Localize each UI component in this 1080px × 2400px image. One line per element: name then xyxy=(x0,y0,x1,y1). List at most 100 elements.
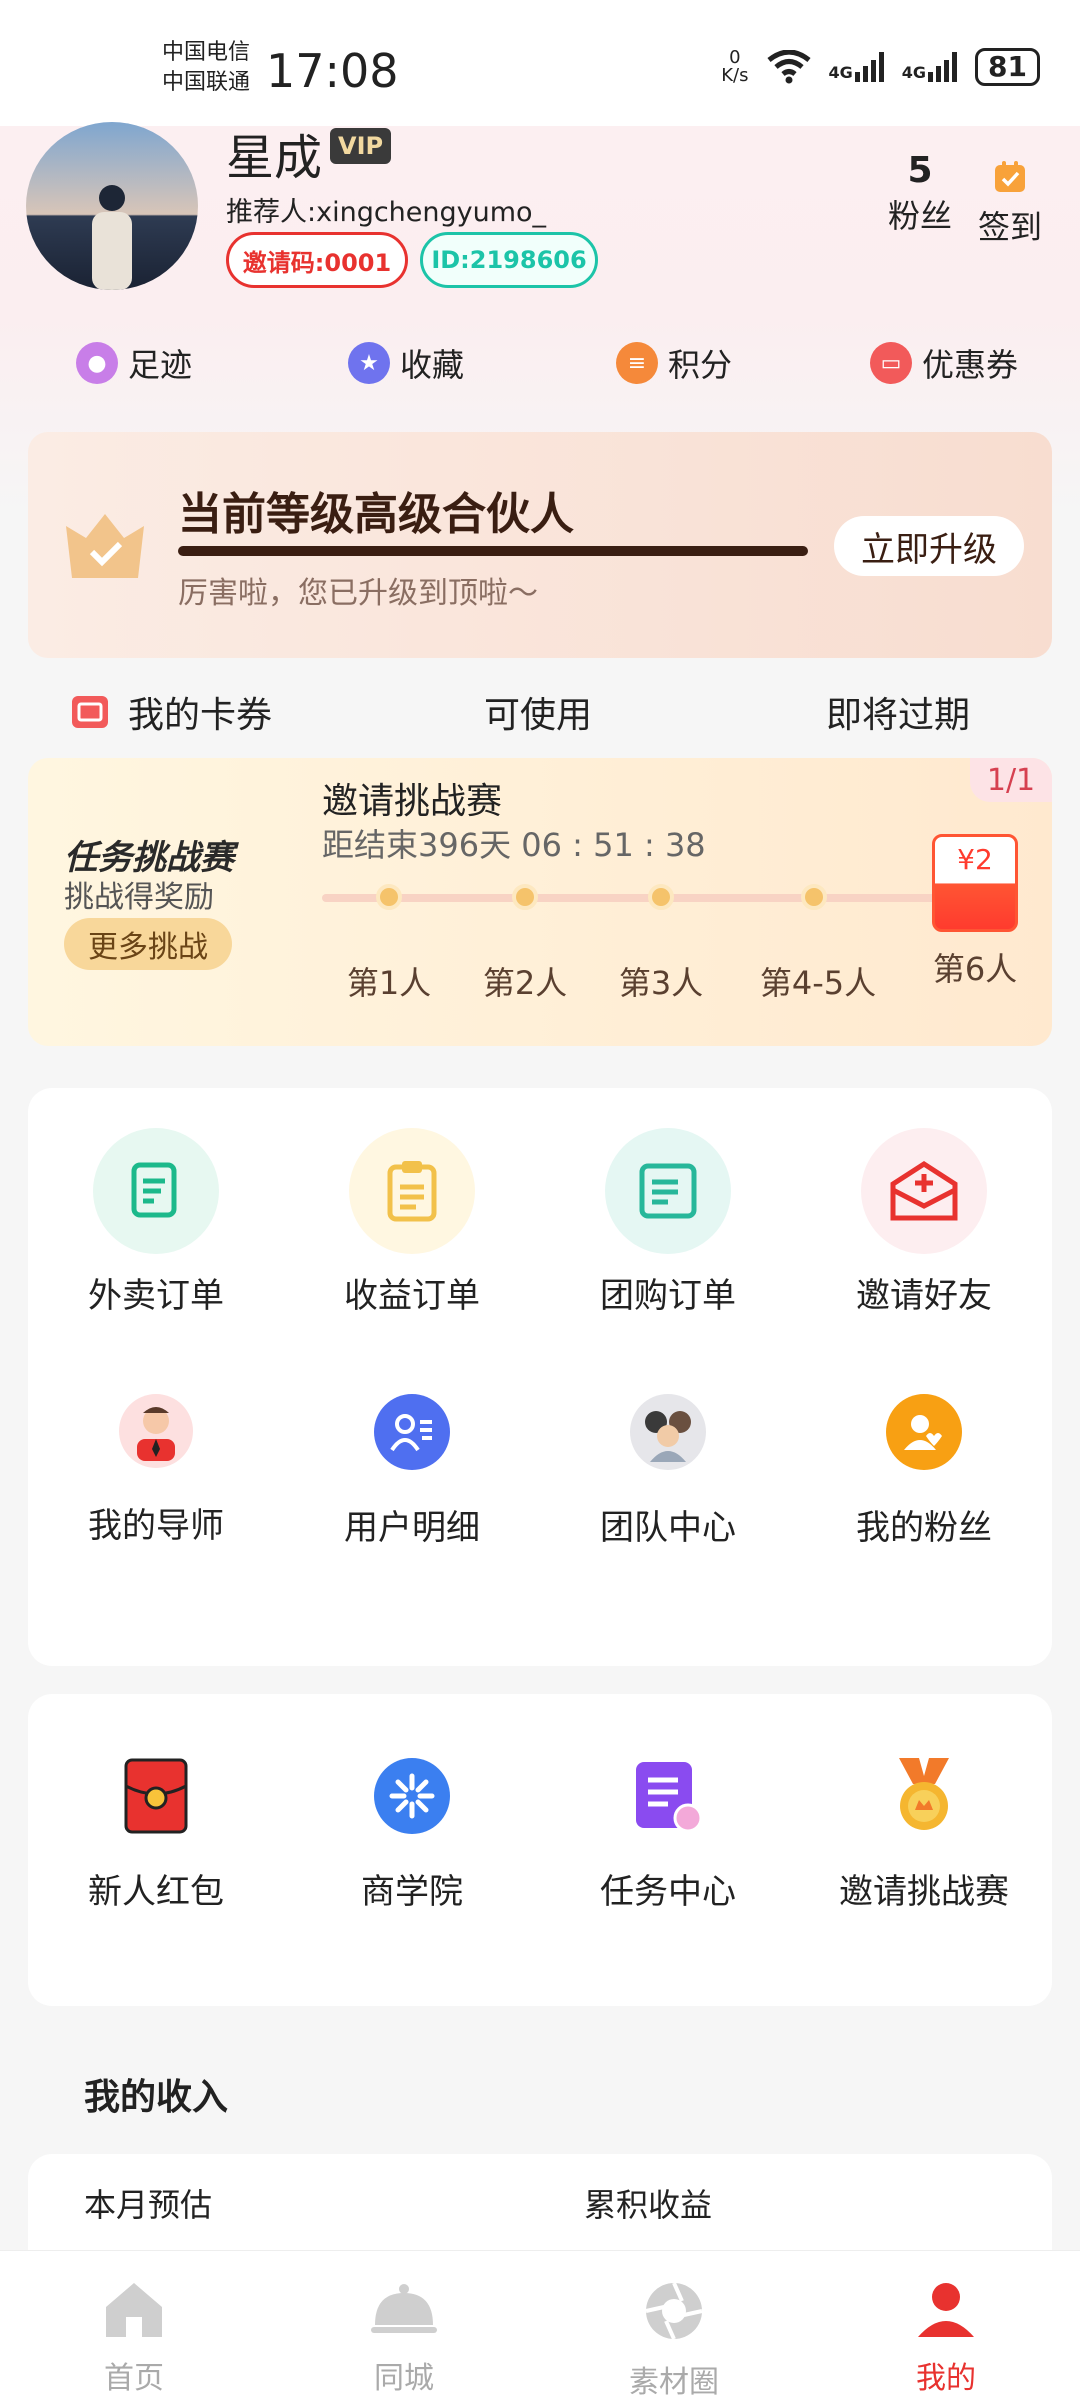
tab-home[interactable]: 首页 xyxy=(44,2279,224,2397)
group-order-icon xyxy=(605,1128,731,1254)
grid-label: 邀请好友 xyxy=(856,1276,992,1316)
challenge-step-label: 第4-5人 xyxy=(759,964,877,1002)
signal-bars-icon xyxy=(854,52,884,82)
challenge-page-indicator: 1/1 xyxy=(970,758,1052,802)
quick-link-coupons[interactable]: ▭ 优惠券 xyxy=(870,340,1018,386)
earnings-order-icon xyxy=(349,1128,475,1254)
quick-link-points[interactable]: ≡ 积分 xyxy=(616,340,732,386)
task-center-button[interactable]: 任务中心 xyxy=(540,1758,796,1913)
invite-challenge-button[interactable]: 邀请挑战赛 xyxy=(796,1758,1052,1913)
quick-links: ● 足迹 ★ 收藏 ≡ 积分 ▭ 优惠券 xyxy=(0,340,1080,396)
expiring-coupons-tab[interactable]: 即将过期 xyxy=(826,686,970,738)
quick-link-label: 积分 xyxy=(668,346,733,384)
challenge-subtitle: 挑战得奖励 xyxy=(64,880,214,915)
grid-label: 商学院 xyxy=(361,1872,463,1912)
tab-label: 同城 xyxy=(374,2361,434,2396)
coins-icon: ≡ xyxy=(616,342,658,384)
tab-label: 素材圈 xyxy=(629,2365,719,2400)
tab-label: 我的 xyxy=(916,2361,976,2396)
upgrade-button[interactable]: 立即升级 xyxy=(834,516,1024,576)
my-coupons-label: 我的卡券 xyxy=(128,695,273,736)
group-order-button[interactable]: 团购订单 xyxy=(540,1128,796,1317)
net-type-2: 4G xyxy=(901,63,927,82)
quick-link-label: 足迹 xyxy=(128,346,193,384)
fans-stat[interactable]: 5 粉丝 xyxy=(880,150,960,237)
quick-link-label: 优惠券 xyxy=(922,346,1019,384)
level-title: 当前等级高级合伙人 xyxy=(178,489,574,540)
referrer-text: 推荐人:xingchengyumo_ xyxy=(226,197,547,228)
medal-icon xyxy=(886,1758,962,1834)
challenge-step-label: 第2人 xyxy=(482,964,568,1002)
challenge-step-dot xyxy=(801,884,827,910)
tools-grid: 新人红包 商学院 任务中心 邀请挑战赛 xyxy=(28,1694,1052,2006)
net-type-1: 4G xyxy=(828,63,853,82)
user-name: 星成 xyxy=(226,130,323,186)
carrier-2: 中国联通 xyxy=(162,70,251,95)
challenge-step-dot xyxy=(512,884,538,910)
profile-icon xyxy=(918,2283,974,2337)
carrier-1: 中国电信 xyxy=(162,40,251,65)
status-icons: 0 K/s 4G 4G 81 xyxy=(721,48,1040,86)
battery-icon: 81 xyxy=(975,48,1040,86)
grid-label: 外卖订单 xyxy=(88,1276,224,1316)
total-earnings-label: 累积收益 xyxy=(584,2186,713,2224)
level-progress-bar xyxy=(178,546,808,556)
invite-code-badge[interactable]: 邀请码:0001 xyxy=(226,232,408,288)
quick-link-favorites[interactable]: ★ 收藏 xyxy=(348,340,464,386)
user-detail-icon xyxy=(374,1394,450,1470)
coupon-row: 我的卡券 可使用 即将过期 xyxy=(0,676,1080,746)
grid-label: 收益订单 xyxy=(344,1276,480,1316)
signal-2: 4G xyxy=(901,52,958,82)
newcomer-red-packet-button[interactable]: 新人红包 xyxy=(28,1758,284,1913)
user-detail-button[interactable]: 用户明细 xyxy=(284,1394,540,1549)
bottom-tab-bar: 首页 同城 素材圈 我的 xyxy=(0,2250,1080,2400)
task-center-icon xyxy=(630,1758,706,1834)
takeout-order-button[interactable]: 外卖订单 xyxy=(28,1128,284,1317)
team-center-button[interactable]: 团队中心 xyxy=(540,1394,796,1549)
clock: 17:08 xyxy=(266,44,399,98)
my-coupons-button[interactable]: 我的卡券 xyxy=(70,686,272,738)
level-subtitle: 厉害啦，您已升级到顶啦～ xyxy=(178,576,538,611)
checkin-label: 签到 xyxy=(977,208,1042,246)
tab-mine[interactable]: 我的 xyxy=(856,2279,1036,2397)
academy-button[interactable]: 商学院 xyxy=(284,1758,540,1913)
takeout-order-icon xyxy=(93,1128,219,1254)
quick-link-footprint[interactable]: ● 足迹 xyxy=(76,340,192,386)
challenge-card[interactable]: 任务挑战赛 挑战得奖励 更多挑战 邀请挑战赛 距结束396天 06 : 51 :… xyxy=(28,758,1052,1046)
grid-label: 团队中心 xyxy=(600,1508,736,1548)
grid-label: 我的导师 xyxy=(88,1506,224,1546)
team-icon xyxy=(630,1394,706,1470)
avatar[interactable] xyxy=(26,122,198,290)
grid-label: 新人红包 xyxy=(88,1872,224,1912)
net-speed: 0 K/s xyxy=(721,49,748,85)
month-estimate-label: 本月预估 xyxy=(84,2186,213,2224)
grid-label: 用户明细 xyxy=(344,1508,480,1548)
mentor-button[interactable]: 我的导师 xyxy=(28,1394,284,1547)
my-fans-button[interactable]: 我的粉丝 xyxy=(796,1394,1052,1549)
net-speed-unit: K/s xyxy=(721,65,749,86)
quick-link-label: 收藏 xyxy=(400,346,465,384)
status-bar: 中国电信 中国联通 17:08 0 K/s 4G 4G 81 xyxy=(0,0,1080,126)
star-icon: ★ xyxy=(348,342,390,384)
invite-friend-button[interactable]: 邀请好友 xyxy=(796,1128,1052,1317)
carrier-info: 中国电信 中国联通 xyxy=(162,38,250,98)
coupon-icon xyxy=(72,696,108,728)
fans-label: 粉丝 xyxy=(887,197,952,235)
tab-label: 首页 xyxy=(104,2361,164,2396)
challenge-step-dot xyxy=(376,884,402,910)
tab-materials[interactable]: 素材圈 xyxy=(584,2279,764,2400)
crown-badge-icon xyxy=(66,514,144,578)
tab-local[interactable]: 同城 xyxy=(314,2279,494,2397)
income-section-title: 我的收入 xyxy=(84,2077,229,2118)
academy-icon xyxy=(374,1758,450,1834)
challenge-step-label: 第1人 xyxy=(346,964,432,1002)
user-id-badge[interactable]: ID:2198606 xyxy=(420,232,598,288)
aperture-icon xyxy=(645,2282,703,2340)
level-card: 当前等级高级合伙人 厉害啦，您已升级到顶啦～ 立即升级 xyxy=(28,432,1052,658)
usable-coupons-tab[interactable]: 可使用 xyxy=(484,686,592,738)
earnings-order-button[interactable]: 收益订单 xyxy=(284,1128,540,1317)
home-icon xyxy=(106,2283,162,2337)
checkin-button[interactable]: 签到 xyxy=(970,160,1050,248)
more-challenges-button[interactable]: 更多挑战 xyxy=(64,918,232,970)
wifi-icon xyxy=(766,50,811,84)
